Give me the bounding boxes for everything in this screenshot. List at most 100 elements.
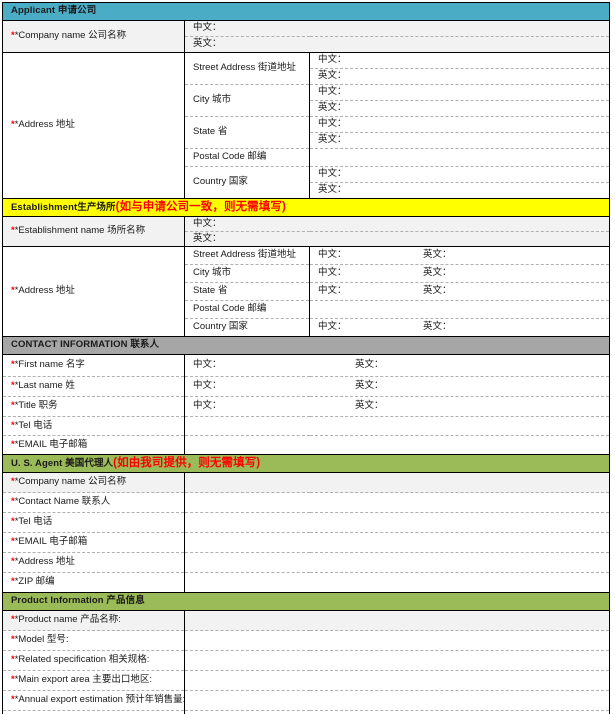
cn-prefix: 中文： <box>318 321 347 333</box>
input-us-agent-zip[interactable] <box>184 572 610 593</box>
table-row: **Address 地址 Street Address 街道地址 中文： 英文： <box>2 246 610 337</box>
field-label-contact-first-name: **First name 名字 <box>2 354 185 377</box>
input-applicant-state-cn[interactable]: 中文： <box>309 116 610 133</box>
input-establishment-state[interactable]: 中文： 英文： <box>309 282 610 301</box>
field-label-us-agent-company-name: **Company name 公司名称 <box>2 472 185 493</box>
input-us-agent-tel[interactable] <box>184 512 610 533</box>
label-text-cn: 地址 <box>55 285 75 297</box>
input-product-name[interactable] <box>184 610 610 631</box>
label-text-cn: 电话 <box>33 516 53 528</box>
en-prefix: 英文： <box>318 70 347 82</box>
input-applicant-postal-code[interactable] <box>309 148 610 167</box>
table-row: **Title 职务 中文： 英文： <box>2 396 610 417</box>
section-header-us-agent-en: U. S. Agent <box>11 457 66 469</box>
input-contact-tel[interactable] <box>184 416 610 436</box>
input-us-agent-company-name[interactable] <box>184 472 610 493</box>
label-text-en: *Related specification <box>14 654 109 666</box>
sublabel-cn: 国家 <box>228 176 248 188</box>
input-product-main-export-area[interactable] <box>184 670 610 691</box>
cn-prefix: 中文： <box>318 267 347 279</box>
input-applicant-street-address-cn[interactable]: 中文： <box>309 52 610 69</box>
section-header-product-row: Product Information 产品信息 <box>1 592 611 611</box>
label-text-cn: 主要出口地区: <box>92 674 152 686</box>
input-us-agent-address[interactable] <box>184 552 610 573</box>
table-row: **Annual export estimation 预计年销售量: <box>2 690 610 711</box>
sublabel-applicant-city: City 城市 <box>184 84 310 117</box>
sublabel-cn: 邮编 <box>247 303 267 315</box>
input-applicant-country-cn[interactable]: 中文： <box>309 166 610 183</box>
sublabel-applicant-country: Country 国家 <box>184 166 310 199</box>
label-text-cn: 电话 <box>33 419 53 431</box>
label-text-cn: 预计年销售量: <box>125 694 186 706</box>
sublabel-en: City <box>193 267 212 279</box>
input-establishment-city[interactable]: 中文： 英文： <box>309 264 610 283</box>
input-establishment-name-cn[interactable]: 中文： <box>184 216 610 232</box>
input-applicant-city-en[interactable]: 英文： <box>309 100 610 117</box>
label-text-en: *Address <box>14 556 56 568</box>
label-text-en: *Tel <box>14 419 34 431</box>
input-us-agent-email[interactable] <box>184 532 610 553</box>
input-applicant-state-en[interactable]: 英文： <box>309 132 610 149</box>
input-us-agent-contact-name[interactable] <box>184 492 610 513</box>
table-row: **EMAIL 电子邮箱 <box>2 532 610 553</box>
table-row: **Company name 公司名称 <box>2 472 610 493</box>
section-header-establishment-cn: 生产场所 <box>77 201 116 213</box>
en-prefix: 英文： <box>355 400 384 412</box>
input-establishment-country[interactable]: 中文： 英文： <box>309 318 610 337</box>
input-applicant-city-cn[interactable]: 中文： <box>309 84 610 101</box>
input-contact-email[interactable] <box>184 435 610 455</box>
label-text-cn: 电子邮箱 <box>49 438 88 450</box>
sublabel-cn: 省 <box>217 285 228 297</box>
field-label-establishment-address: **Address 地址 <box>2 246 185 337</box>
input-product-annual-export-estimation[interactable] <box>184 690 610 711</box>
label-text-en: *Contact Name <box>14 496 82 508</box>
input-product-report-reference[interactable] <box>184 710 610 714</box>
field-label-product-related-specification: **Related specification 相关规格: <box>2 650 185 671</box>
input-contact-title[interactable]: 中文： 英文： <box>184 396 610 417</box>
label-text-cn: 姓 <box>65 380 75 392</box>
section-header-applicant: Applicant 申请公司 <box>1 2 611 21</box>
en-prefix: 英文： <box>423 285 452 297</box>
sublabel-en: State <box>193 285 218 297</box>
en-prefix: 英文： <box>355 380 384 392</box>
input-applicant-country-en[interactable]: 英文： <box>309 182 610 199</box>
input-establishment-postal-code[interactable] <box>309 300 610 319</box>
section-header-applicant-row: Applicant 申请公司 <box>1 2 611 21</box>
label-text-cn: 邮编 <box>35 576 55 588</box>
cn-prefix: 中文： <box>193 400 222 412</box>
label-text-cn: 公司名称 <box>88 30 127 42</box>
sublabel-en: Street Address <box>193 249 258 261</box>
sublabel-en: State <box>193 126 218 138</box>
label-text-en: *Model <box>14 634 47 646</box>
input-contact-first-name[interactable]: 中文： 英文： <box>184 354 610 377</box>
input-applicant-company-name-en[interactable]: 英文： <box>184 36 610 53</box>
input-establishment-street-address[interactable]: 中文： 英文： <box>309 246 610 265</box>
sublabel-en: Country <box>193 321 229 333</box>
label-text-en: *Address <box>14 285 56 297</box>
table-row: **Company name 公司名称 中文： <box>2 20 610 53</box>
sublabel-establishment-street-address: Street Address 街道地址 <box>184 246 310 265</box>
application-form-table: Applicant 申请公司 **Company name 公司名称 中文： 英… <box>1 2 611 714</box>
table-row: **Last name 姓 中文： 英文： <box>2 376 610 397</box>
field-label-applicant-address: **Address 地址 <box>2 52 185 199</box>
section-header-contact: CONTACT INFORMATION 联系人 <box>1 336 611 355</box>
field-label-product-report-reference: Report reference 参考报告: <box>2 710 185 714</box>
input-establishment-name-en[interactable]: 英文： <box>184 231 610 247</box>
input-contact-last-name[interactable]: 中文： 英文： <box>184 376 610 397</box>
section-header-product-cn: 产品信息 <box>106 595 145 607</box>
input-applicant-street-address-en[interactable]: 英文： <box>309 68 610 85</box>
cn-prefix: 中文： <box>193 22 222 34</box>
input-product-model[interactable] <box>184 630 610 651</box>
label-text-cn: 公司名称 <box>88 476 127 488</box>
field-label-us-agent-email: **EMAIL 电子邮箱 <box>2 532 185 553</box>
input-product-related-specification[interactable] <box>184 650 610 671</box>
label-text-en: *Last name <box>14 380 66 392</box>
table-row: **First name 名字 中文： 英文： <box>2 354 610 377</box>
en-prefix: 英文： <box>355 359 384 371</box>
input-applicant-company-name-cn[interactable]: 中文： <box>184 20 610 37</box>
sublabel-applicant-street-address: Street Address 街道地址 <box>184 52 310 85</box>
section-header-contact-en: CONTACT INFORMATION <box>11 339 131 351</box>
table-row: **Main export area 主要出口地区: <box>2 670 610 691</box>
section-header-establishment: Establishment生产场所(如与申请公司一致，则无需填写) <box>1 198 611 217</box>
table-row: **Address 地址 <box>2 552 610 573</box>
